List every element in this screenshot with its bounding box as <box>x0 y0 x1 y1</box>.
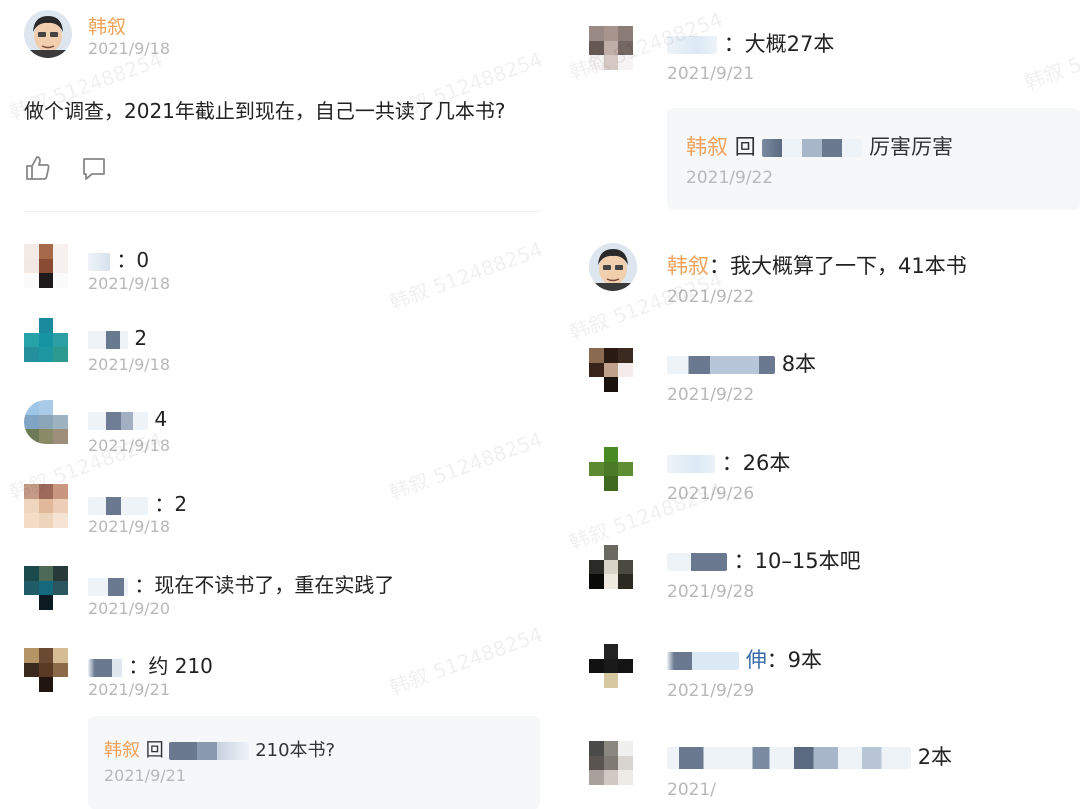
comment-date: 2021/9/21 <box>88 680 171 699</box>
blurred-username <box>169 742 250 760</box>
blurred-username <box>667 553 727 571</box>
comment-text: ：现在不读书了，重在实践了 <box>88 569 394 598</box>
thumb-up-icon[interactable] <box>24 154 52 182</box>
avatar[interactable] <box>589 26 633 70</box>
comment-text: 8本 <box>667 348 816 378</box>
avatar[interactable] <box>589 447 633 491</box>
comment-text: ：大概27本 <box>667 28 834 58</box>
comment-date: 2021/ <box>667 780 716 800</box>
comment-body: 4 <box>154 407 168 431</box>
comment-text: ：26本 <box>667 447 790 477</box>
blurred-username <box>667 455 715 473</box>
comment-text: ：0 <box>88 244 149 273</box>
comment-body: ：0 <box>116 248 150 272</box>
reply-box[interactable]: 韩叙 回 210本书? 2021/9/21 <box>88 716 540 809</box>
comment-body: ：约 210 <box>128 654 213 678</box>
comment-text: 伸：9本 <box>667 644 822 674</box>
reply-line: 韩叙 回 厉害厉害 <box>686 131 953 161</box>
comment-date: 2021/9/18 <box>88 436 171 455</box>
comment-date: 2021/9/21 <box>667 64 755 84</box>
comment-date: 2021/9/28 <box>667 582 755 602</box>
reply-date: 2021/9/22 <box>686 168 774 188</box>
avatar[interactable] <box>589 545 633 589</box>
blurred-username <box>88 577 128 596</box>
username-tail[interactable]: 伸 <box>746 648 767 672</box>
comment-body: 2本 <box>917 745 953 769</box>
comment-icon[interactable] <box>80 155 108 183</box>
comment-body: ：现在不读书了，重在实践了 <box>134 573 395 597</box>
comment-body: 2 <box>134 326 148 350</box>
comment-text: 2 <box>88 326 147 350</box>
reply-prefix: 回 <box>145 740 164 761</box>
post-content: 做个调查，2021年截止到现在，自己一共读了几本书? <box>24 99 506 123</box>
blurred-username <box>667 747 911 769</box>
blurred-username <box>88 496 148 515</box>
avatar[interactable] <box>589 741 633 785</box>
watermark: 韩叙 512488254 <box>386 622 546 700</box>
comment-text: ：10–15本吧 <box>667 545 861 575</box>
avatar[interactable] <box>24 318 68 362</box>
comment-date: 2021/9/18 <box>88 274 171 293</box>
avatar[interactable] <box>24 484 68 528</box>
comment-body: ：26本 <box>721 451 791 475</box>
comment-date: 2021/9/29 <box>667 681 755 701</box>
avatar[interactable] <box>24 400 68 444</box>
comment-body: 8本 <box>781 352 817 376</box>
comment-date: 2021/9/22 <box>667 287 755 307</box>
comment-body: ：2 <box>154 492 188 516</box>
comment-date: 2021/9/20 <box>88 599 171 618</box>
blurred-username <box>88 330 128 349</box>
blurred-username <box>667 356 775 374</box>
reply-date: 2021/9/21 <box>104 766 187 785</box>
avatar[interactable] <box>589 348 633 392</box>
blurred-username <box>667 36 717 54</box>
avatar[interactable] <box>589 243 637 291</box>
comment-date: 2021/9/18 <box>88 355 171 374</box>
reply-line: 韩叙 回 210本书? <box>104 736 335 762</box>
avatar-cartoon-face-icon <box>24 10 72 58</box>
comment-date: 2021/9/22 <box>667 385 755 405</box>
reply-text: 210本书? <box>255 740 336 761</box>
blurred-username <box>88 411 148 430</box>
divider <box>24 211 540 212</box>
avatar[interactable] <box>24 648 68 692</box>
avatar-cartoon-face-icon <box>589 243 637 291</box>
avatar[interactable] <box>24 10 72 58</box>
watermark: 韩叙 512488254 <box>1021 17 1080 95</box>
comment-body: ：我大概算了一下，41本书 <box>709 254 967 278</box>
comment-date: 2021/9/18 <box>88 517 171 536</box>
reply-author-name[interactable]: 韩叙 <box>104 740 140 761</box>
post-author-name[interactable]: 韩叙 <box>88 12 126 39</box>
comment-body: ：9本 <box>766 648 823 672</box>
reply-text: 厉害厉害 <box>869 135 954 159</box>
post-date: 2021/9/18 <box>88 39 171 58</box>
watermark: 韩叙 512488254 <box>386 237 546 315</box>
watermark: 韩叙 512488254 <box>386 427 546 505</box>
reply-prefix: 回 <box>734 135 756 159</box>
avatar[interactable] <box>24 244 68 288</box>
comment-body: ：10–15本吧 <box>733 549 861 573</box>
blurred-username <box>88 252 110 271</box>
comment-body: ：大概27本 <box>723 32 835 56</box>
comment-text: 韩叙：我大概算了一下，41本书 <box>667 250 967 280</box>
blurred-username <box>667 652 739 670</box>
comment-date: 2021/9/26 <box>667 484 755 504</box>
reply-author-name[interactable]: 韩叙 <box>686 135 728 159</box>
comment-text: ：约 210 <box>88 650 213 679</box>
comment-author-name[interactable]: 韩叙 <box>667 254 709 278</box>
reply-box[interactable]: 韩叙 回 厉害厉害 2021/9/22 <box>667 108 1080 210</box>
blurred-username <box>88 658 122 677</box>
comment-text: 2本 <box>667 741 952 771</box>
blurred-username <box>762 139 863 157</box>
comment-text: 4 <box>88 407 167 431</box>
avatar[interactable] <box>24 566 68 610</box>
avatar[interactable] <box>589 644 633 688</box>
comment-text: ：2 <box>88 488 187 517</box>
